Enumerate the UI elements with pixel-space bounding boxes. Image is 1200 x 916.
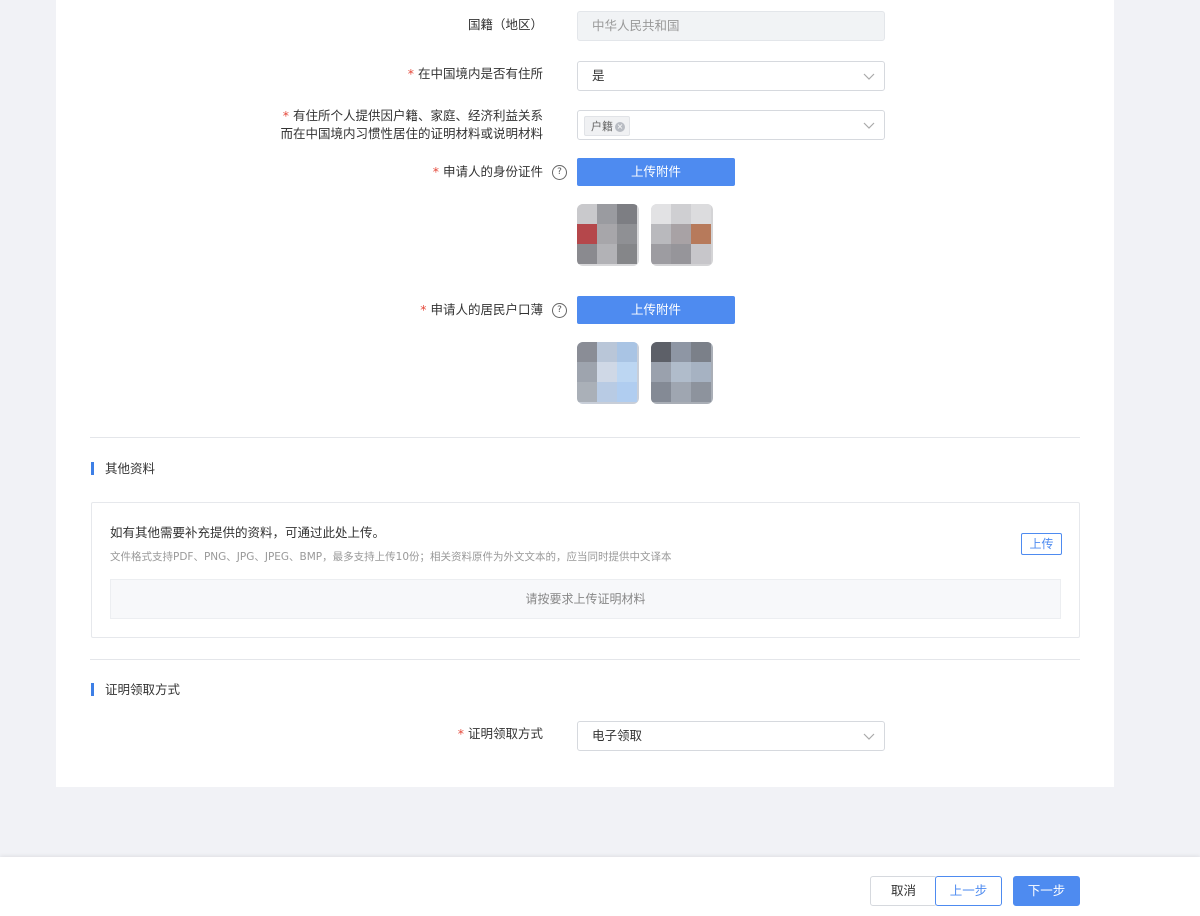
help-icon[interactable]: ? [552, 165, 567, 180]
required-mark: * [282, 108, 289, 123]
chevron-down-icon [863, 73, 875, 80]
hukou-thumbnail[interactable] [651, 342, 713, 404]
other-upload-button[interactable]: 上传 [1021, 533, 1062, 555]
required-mark: * [432, 164, 439, 179]
id-card-thumbnail[interactable] [651, 204, 713, 266]
receipt-method-value: 电子领取 [592, 728, 643, 743]
other-upload-panel: 如有其他需要补充提供的资料，可通过此处上传。 文件格式支持PDF、PNG、JPG… [91, 502, 1080, 638]
nationality-field: 中华人民共和国 [577, 11, 885, 41]
chevron-down-icon [863, 122, 875, 129]
selected-tag: 户籍 × [584, 116, 630, 136]
hukou-thumbnail[interactable] [577, 342, 639, 404]
upload-hukou-button[interactable]: 上传附件 [577, 296, 735, 324]
other-upload-hint: 文件格式支持PDF、PNG、JPG、JPEG、BMP，最多支持上传10份；相关资… [110, 551, 672, 563]
other-upload-heading: 如有其他需要补充提供的资料，可通过此处上传。 [110, 525, 386, 540]
footer-bar: 取消 上一步 下一步 [0, 857, 1200, 916]
upload-id-card-button[interactable]: 上传附件 [577, 158, 735, 186]
nationality-label: 国籍（地区） [467, 17, 543, 32]
has-residence-label: * 在中国境内是否有住所 [407, 66, 543, 81]
section-divider [90, 659, 1080, 660]
required-mark: * [407, 66, 414, 81]
receipt-method-label: * 证明领取方式 [457, 726, 543, 741]
chevron-down-icon [863, 733, 875, 740]
help-icon[interactable]: ? [552, 303, 567, 318]
section-accent-bar [91, 462, 94, 475]
has-residence-select[interactable]: 是 [577, 61, 885, 91]
residence-proof-label: * 有住所个人提供因户籍、家庭、经济利益关系 而在中国境内习惯性居住的证明材料或说… [280, 108, 543, 141]
tag-close-icon[interactable]: × [615, 122, 625, 132]
section-accent-bar [91, 683, 94, 696]
nationality-value: 中华人民共和国 [592, 18, 680, 33]
cancel-button[interactable]: 取消 [870, 876, 937, 906]
id-card-thumbnail[interactable] [577, 204, 639, 266]
has-residence-value: 是 [592, 68, 605, 83]
section-divider [90, 437, 1080, 438]
required-mark: * [457, 726, 464, 741]
receipt-section-title: 证明领取方式 [91, 682, 180, 698]
receipt-method-select[interactable]: 电子领取 [577, 721, 885, 751]
prev-step-button[interactable]: 上一步 [935, 876, 1002, 906]
next-step-button[interactable]: 下一步 [1013, 876, 1080, 906]
id-card-label: * 申请人的身份证件 [432, 164, 543, 179]
required-mark: * [420, 302, 427, 317]
other-upload-empty-placeholder: 请按要求上传证明材料 [110, 579, 1061, 619]
hukou-label: * 申请人的居民户口薄 [420, 302, 543, 317]
other-section-title: 其他资料 [91, 461, 155, 477]
residence-proof-select[interactable]: 户籍 × [577, 110, 885, 140]
